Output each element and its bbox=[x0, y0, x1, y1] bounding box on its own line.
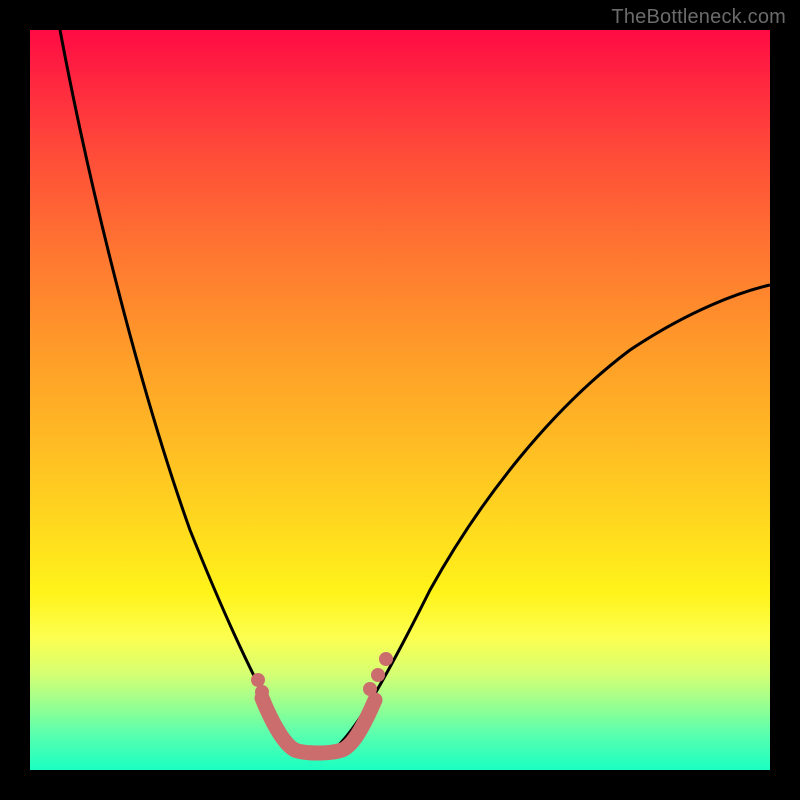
marker-dot bbox=[251, 673, 265, 687]
curve-layer bbox=[30, 30, 770, 770]
marker-band bbox=[262, 698, 375, 753]
left-curve bbox=[60, 30, 308, 752]
right-curve bbox=[330, 285, 770, 752]
watermark-text: TheBottleneck.com bbox=[611, 6, 786, 29]
marker-dot bbox=[379, 652, 393, 666]
plot-area bbox=[30, 30, 770, 770]
outer-frame: TheBottleneck.com bbox=[0, 0, 800, 800]
marker-dot bbox=[255, 685, 269, 699]
marker-dot bbox=[371, 668, 385, 682]
marker-dot bbox=[363, 682, 377, 696]
